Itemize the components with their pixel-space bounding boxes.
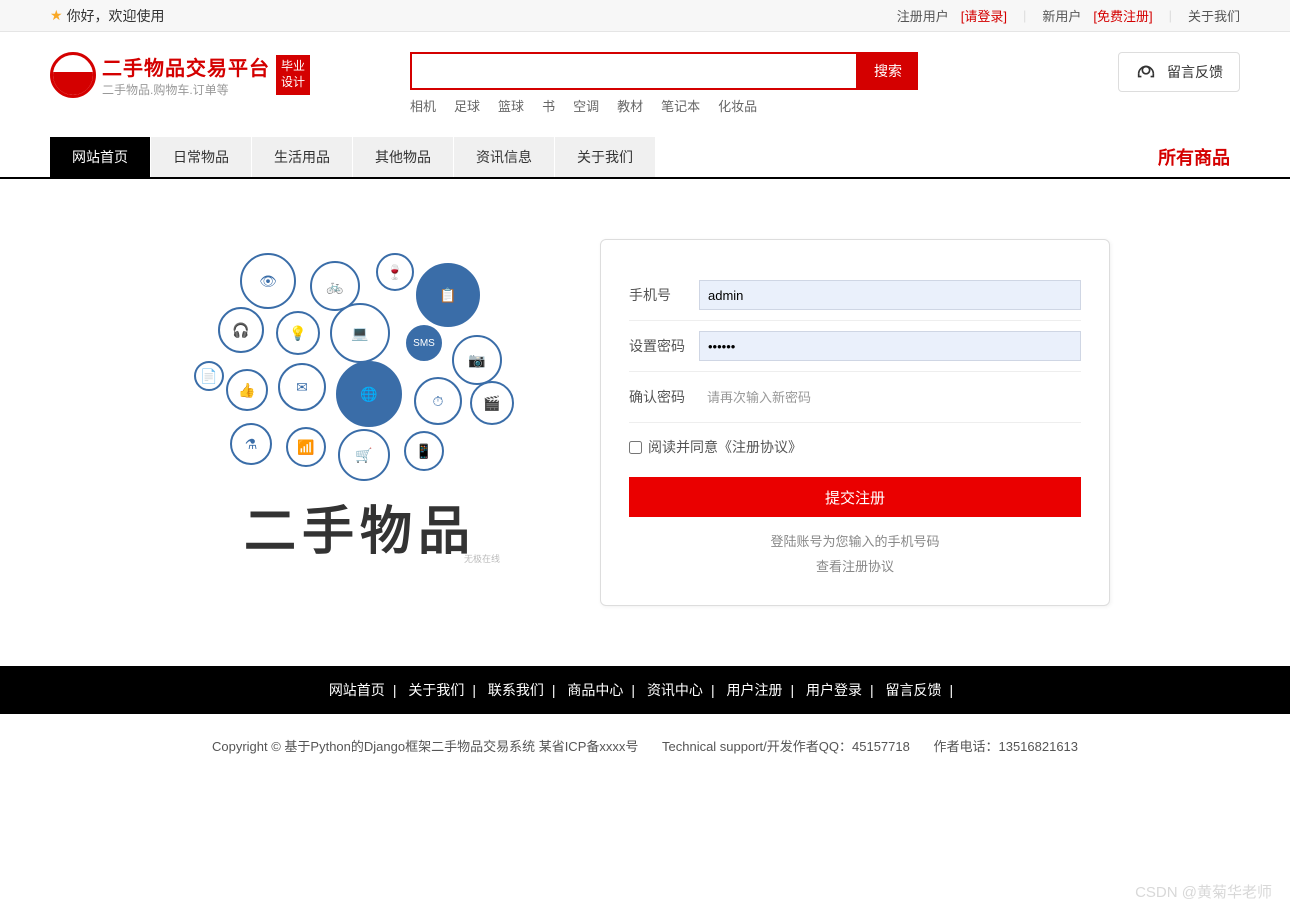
footer-link[interactable]: 用户登录 (806, 682, 862, 698)
welcome-text: 你好，欢迎使用 (67, 6, 165, 26)
view-agreement-link[interactable]: 查看注册协议 (629, 556, 1081, 575)
footer-link[interactable]: 留言反馈 (886, 682, 942, 698)
search-tag[interactable]: 教材 (617, 96, 643, 115)
feedback-label: 留言反馈 (1167, 62, 1223, 82)
registered-user-link[interactable]: 注册用户 (897, 6, 949, 25)
search-tag[interactable]: 足球 (454, 96, 480, 115)
confirm-input[interactable] (699, 382, 1081, 412)
agree-text: 阅读并同意《注册协议》 (648, 437, 802, 457)
search-tag[interactable]: 空调 (573, 96, 599, 115)
footer-link[interactable]: 用户注册 (726, 682, 782, 698)
search-tag[interactable]: 书 (542, 96, 555, 115)
header: 二手物品交易平台 二手物品.购物车.订单等 毕业 设计 搜索 相机 足球 篮球 … (50, 32, 1240, 123)
promo-image: 👁 🚲 🍷 📋 🎧 💡 💻 SMS 📷 📄 👍 ✉ 🌐 ⏱ 🎬 ⚗ 📶 🛒 📱 … (180, 239, 540, 579)
footer-link[interactable]: 网站首页 (329, 682, 385, 698)
search-tags: 相机 足球 篮球 书 空调 教材 笔记本 化妆品 (410, 96, 918, 115)
login-link[interactable]: [请登录] (961, 6, 1007, 25)
nav-about[interactable]: 关于我们 (555, 137, 656, 177)
footer-link[interactable]: 商品中心 (567, 682, 623, 698)
free-register-link[interactable]: [免费注册] (1093, 6, 1152, 25)
headset-icon (1135, 61, 1157, 83)
nav-daily[interactable]: 日常物品 (151, 137, 252, 177)
logo-icon (50, 52, 96, 98)
welcome-block: ★ 你好，欢迎使用 (50, 6, 165, 26)
search-tag[interactable]: 相机 (410, 96, 436, 115)
separator-icon: | (1023, 8, 1026, 23)
search-tag[interactable]: 笔记本 (661, 96, 700, 115)
separator-icon: | (1169, 8, 1172, 23)
phone-label: 手机号 (629, 285, 699, 305)
search-tag[interactable]: 化妆品 (718, 96, 757, 115)
logo-block[interactable]: 二手物品交易平台 二手物品.购物车.订单等 毕业 设计 (50, 52, 310, 98)
page-watermark: CSDN @黄菊华老师 (1135, 881, 1272, 902)
search-tag[interactable]: 篮球 (498, 96, 524, 115)
nav-life[interactable]: 生活用品 (252, 137, 353, 177)
top-bar: ★ 你好，欢迎使用 注册用户 [请登录] | 新用户 [免费注册] | 关于我们 (0, 0, 1290, 32)
footer-link[interactable]: 关于我们 (408, 682, 464, 698)
site-subtitle: 二手物品.购物车.订单等 (102, 81, 270, 98)
promo-icon-graphic: 👁 🚲 🍷 📋 🎧 💡 💻 SMS 📷 📄 👍 ✉ 🌐 ⏱ 🎬 ⚗ 📶 🛒 📱 (190, 253, 530, 483)
agree-checkbox[interactable] (629, 441, 642, 454)
promo-title: 二手物品 (244, 489, 476, 564)
promo-watermark: 无极在线 (464, 552, 500, 565)
footer-links: 网站首页| 关于我们| 联系我们| 商品中心| 资讯中心| 用户注册| 用户登录… (0, 666, 1290, 714)
search-area: 搜索 相机 足球 篮球 书 空调 教材 笔记本 化妆品 (410, 52, 918, 115)
logo-badge: 毕业 设计 (276, 55, 310, 94)
navbar: 网站首页 日常物品 生活用品 其他物品 资讯信息 关于我们 所有商品 (0, 137, 1290, 179)
confirm-label: 确认密码 (629, 387, 699, 407)
footer-link[interactable]: 联系我们 (488, 682, 544, 698)
about-link[interactable]: 关于我们 (1188, 6, 1240, 25)
feedback-button[interactable]: 留言反馈 (1118, 52, 1240, 92)
nav-home[interactable]: 网站首页 (50, 137, 151, 177)
register-panel: 手机号 设置密码 确认密码 阅读并同意《注册协议》 提交注册 登陆账号为您输入的… (600, 239, 1110, 606)
footer-link[interactable]: 资讯中心 (647, 682, 703, 698)
footer-copyright: Copyright © 基于Python的Django框架二手物品交易系统 某省… (0, 714, 1290, 795)
form-note: 登陆账号为您输入的手机号码 查看注册协议 (629, 531, 1081, 575)
search-input[interactable] (410, 52, 858, 90)
submit-button[interactable]: 提交注册 (629, 477, 1081, 517)
star-icon: ★ (50, 7, 63, 24)
password-label: 设置密码 (629, 336, 699, 356)
nav-other[interactable]: 其他物品 (353, 137, 454, 177)
new-user-link[interactable]: 新用户 (1042, 6, 1081, 25)
phone-input[interactable] (699, 280, 1081, 310)
nav-all-products[interactable]: 所有商品 (1158, 137, 1240, 177)
password-input[interactable] (699, 331, 1081, 361)
site-title: 二手物品交易平台 (102, 52, 270, 81)
main-content: 👁 🚲 🍷 📋 🎧 💡 💻 SMS 📷 📄 👍 ✉ 🌐 ⏱ 🎬 ⚗ 📶 🛒 📱 … (95, 239, 1195, 606)
nav-news[interactable]: 资讯信息 (454, 137, 555, 177)
search-button[interactable]: 搜索 (858, 52, 918, 90)
